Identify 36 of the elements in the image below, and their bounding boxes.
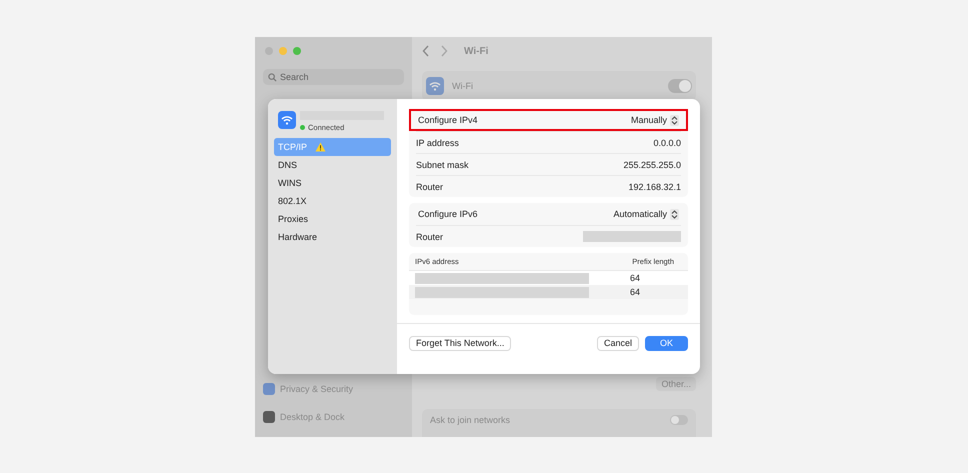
wifi-toggle[interactable] [668, 79, 692, 93]
cancel-button[interactable]: Cancel [596, 336, 639, 351]
ipv4-popup[interactable]: Manually [630, 114, 679, 126]
page-title: Wi-Fi [464, 46, 488, 56]
field-label: Router [416, 182, 444, 192]
window-control-button[interactable] [279, 47, 287, 55]
stepper-icon [670, 114, 679, 126]
field-label: Configure IPv4 [418, 115, 478, 125]
field-value: 192.168.32.1 [628, 182, 681, 192]
stepper-icon [670, 208, 679, 220]
table-cell: 64 [630, 273, 640, 283]
ask-to-join-label: Ask to join networks [430, 415, 510, 425]
sidebar-tab[interactable]: 802.1X [274, 192, 391, 210]
sidebar-tab[interactable]: Hardware [274, 228, 391, 246]
table-cell: 64 [630, 287, 640, 297]
field-label: IP address [416, 138, 459, 148]
search-icon [268, 72, 277, 82]
forget-network-button[interactable]: Forget This Network... [409, 336, 512, 351]
search-field[interactable]: Search [263, 69, 404, 85]
sidebar-tab[interactable]: WINS [274, 174, 391, 192]
back-icon[interactable] [422, 45, 430, 57]
wifi-label: Wi-Fi [452, 81, 474, 91]
wifi-icon [278, 111, 296, 129]
sidebar-tab[interactable]: Proxies [274, 210, 391, 228]
field-value: 0.0.0.0 [653, 138, 681, 148]
ipv6-popup[interactable]: Automatically [613, 208, 679, 220]
ask-toggle[interactable] [670, 415, 688, 425]
ok-button[interactable]: OK [644, 336, 688, 351]
window-control-button[interactable] [293, 47, 301, 55]
wifi-icon [426, 77, 444, 95]
field-label: Router [416, 232, 444, 242]
field-value: 255.255.255.0 [623, 160, 681, 170]
field-label: Configure IPv6 [418, 209, 478, 219]
forward-icon[interactable] [440, 45, 448, 57]
sidebar-tab[interactable]: DNS [274, 156, 391, 174]
field-label: Subnet mask [416, 160, 469, 170]
